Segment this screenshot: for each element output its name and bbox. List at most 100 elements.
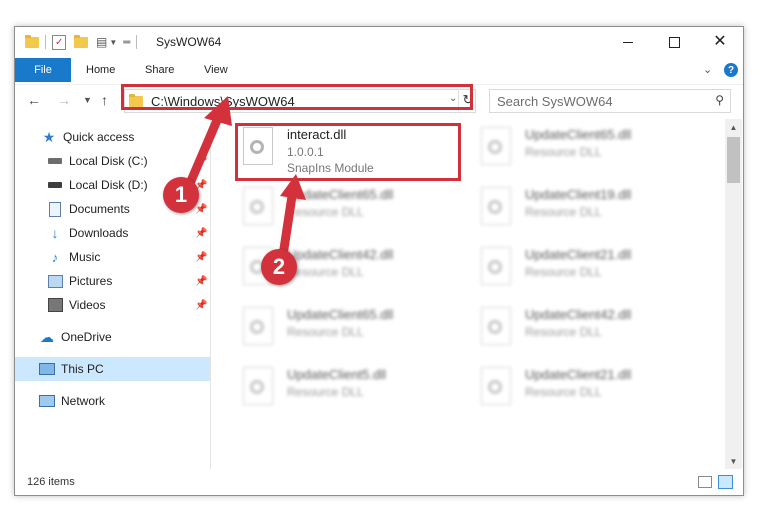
minimize-button[interactable] (605, 27, 651, 57)
drive-icon (47, 178, 63, 192)
tab-file[interactable]: File (15, 58, 71, 82)
up-arrow-icon[interactable]: ↑ (101, 92, 108, 108)
file-highlight-box (235, 123, 461, 181)
explorer-window: ✓ ▤ ▼ ═ SysWOW64 ✕ File Home Share View … (14, 26, 744, 496)
back-arrow-icon[interactable]: ← (27, 92, 41, 108)
vertical-scrollbar[interactable]: ▲ ▼ (725, 119, 742, 469)
sidebar-item-label: Quick access (63, 130, 135, 144)
chevron-down-icon[interactable]: ▼ (109, 38, 117, 47)
ribbon-tabs: File Home Share View ⌄ ? (15, 58, 743, 82)
sidebar-item-quick-access[interactable]: ★ Quick access (15, 125, 210, 149)
music-icon: ♪ (51, 249, 59, 265)
recent-locations-icon[interactable]: ▼ (83, 95, 92, 105)
sidebar-item-label: Videos (69, 298, 106, 312)
cloud-icon: ☁ (40, 328, 54, 345)
minimize-icon (623, 41, 633, 43)
file-description: Resource DLL (525, 145, 602, 159)
tab-view[interactable]: View (204, 58, 228, 82)
toolbar-dropdown-icon[interactable]: ═ (123, 37, 130, 48)
title-bar: ✓ ▤ ▼ ═ SysWOW64 ✕ (15, 27, 743, 57)
download-icon: ↓ (51, 225, 59, 241)
search-icon[interactable]: ⚲ (715, 93, 724, 107)
pin-icon: 📌 (195, 299, 208, 311)
customize-toolbar-icon[interactable]: ▤ (96, 35, 107, 49)
pane-divider (210, 119, 211, 469)
pictures-icon (47, 274, 63, 288)
dll-file-icon (481, 127, 511, 165)
callout-badge-1: 1 (163, 177, 199, 213)
dll-file-icon (481, 367, 511, 405)
file-tile[interactable]: UpdateClient65.dll Resource DLL (475, 123, 701, 175)
sidebar-item-label: Downloads (69, 226, 129, 240)
file-tile[interactable]: UpdateClient42.dll Resource DLL (475, 303, 701, 355)
scroll-thumb[interactable] (727, 137, 740, 183)
dll-file-icon (481, 307, 511, 345)
file-description: Resource DLL (287, 325, 364, 339)
sidebar-item-downloads[interactable]: ↓ Downloads 📌 (15, 221, 210, 245)
file-description: Resource DLL (525, 325, 602, 339)
documents-icon (47, 201, 63, 217)
file-tile[interactable]: UpdateClient21.dll Resource DLL (475, 363, 701, 415)
toolbar-separator (136, 35, 138, 49)
close-icon: ✕ (713, 33, 727, 50)
dll-file-icon (481, 247, 511, 285)
details-view-icon[interactable] (698, 476, 712, 488)
maximize-icon (668, 36, 680, 48)
file-name: UpdateClient21.dll (525, 247, 632, 262)
item-count: 126 items (27, 476, 75, 488)
file-tile[interactable]: UpdateClient5.dll Resource DLL (237, 363, 463, 415)
file-name: UpdateClient42.dll (525, 307, 632, 322)
file-description: Resource DLL (287, 205, 364, 219)
help-icon[interactable]: ? (724, 63, 738, 77)
sidebar-item-label: Local Disk (C:) (69, 154, 148, 168)
tab-home[interactable]: Home (86, 58, 115, 82)
pin-icon: 📌 (195, 251, 208, 263)
sidebar-item-label: OneDrive (61, 330, 112, 344)
file-tile[interactable]: UpdateClient21.dll Resource DLL (475, 243, 701, 295)
sidebar-item-label: Pictures (69, 274, 113, 288)
sidebar-item-label: Local Disk (D:) (69, 178, 148, 192)
sidebar-item-label: Network (61, 394, 106, 408)
sidebar-item-onedrive[interactable]: ☁ OneDrive (15, 325, 210, 349)
search-placeholder: Search SysWOW64 (497, 93, 613, 109)
network-icon (39, 394, 55, 408)
file-name: UpdateClient21.dll (525, 367, 632, 382)
sidebar-item-local-disk-c[interactable]: Local Disk (C:) 📌 (15, 149, 210, 173)
search-input[interactable]: Search SysWOW64 ⚲ (489, 89, 731, 113)
sidebar-item-this-pc[interactable]: This PC (15, 357, 210, 381)
new-folder-icon[interactable] (74, 34, 88, 48)
scroll-up-icon[interactable]: ▲ (725, 119, 742, 135)
file-description: Resource DLL (287, 265, 364, 279)
pin-icon: 📌 (195, 155, 208, 167)
sidebar-item-music[interactable]: ♪ Music 📌 (15, 245, 210, 269)
tiles-view-icon[interactable] (718, 475, 733, 489)
sidebar-item-pictures[interactable]: Pictures 📌 (15, 269, 210, 293)
sidebar-item-network[interactable]: Network (15, 389, 210, 413)
file-name: UpdateClient65.dll (287, 187, 394, 202)
dll-file-icon (243, 187, 273, 225)
tab-share[interactable]: Share (145, 58, 174, 82)
quick-access-toolbar: ✓ ▤ ▼ ═ (25, 34, 143, 50)
pin-icon: 📌 (195, 275, 208, 287)
window-title: SysWOW64 (156, 35, 222, 49)
folder-icon (25, 34, 39, 48)
sidebar-item-label: This PC (61, 362, 104, 376)
sidebar-item-label: Music (69, 250, 101, 264)
properties-icon[interactable]: ✓ (52, 34, 66, 50)
maximize-button[interactable] (651, 27, 697, 57)
sidebar-item-label: Documents (69, 202, 130, 216)
file-tile[interactable]: UpdateClient65.dll Resource DLL (237, 303, 463, 355)
dll-file-icon (243, 307, 273, 345)
close-button[interactable]: ✕ (697, 27, 743, 57)
pin-icon: 📌 (195, 203, 208, 215)
expand-ribbon-icon[interactable]: ⌄ (703, 63, 712, 76)
pin-icon: 📌 (195, 227, 208, 239)
scroll-down-icon[interactable]: ▼ (725, 453, 742, 469)
dll-file-icon (243, 367, 273, 405)
file-tile[interactable]: UpdateClient19.dll Resource DLL (475, 183, 701, 235)
file-description: Resource DLL (287, 385, 364, 399)
file-tile[interactable]: UpdateClient65.dll Resource DLL (237, 183, 463, 235)
sidebar-item-videos[interactable]: Videos 📌 (15, 293, 210, 317)
toolbar-separator (45, 35, 46, 49)
forward-arrow-icon[interactable]: → (57, 92, 71, 108)
